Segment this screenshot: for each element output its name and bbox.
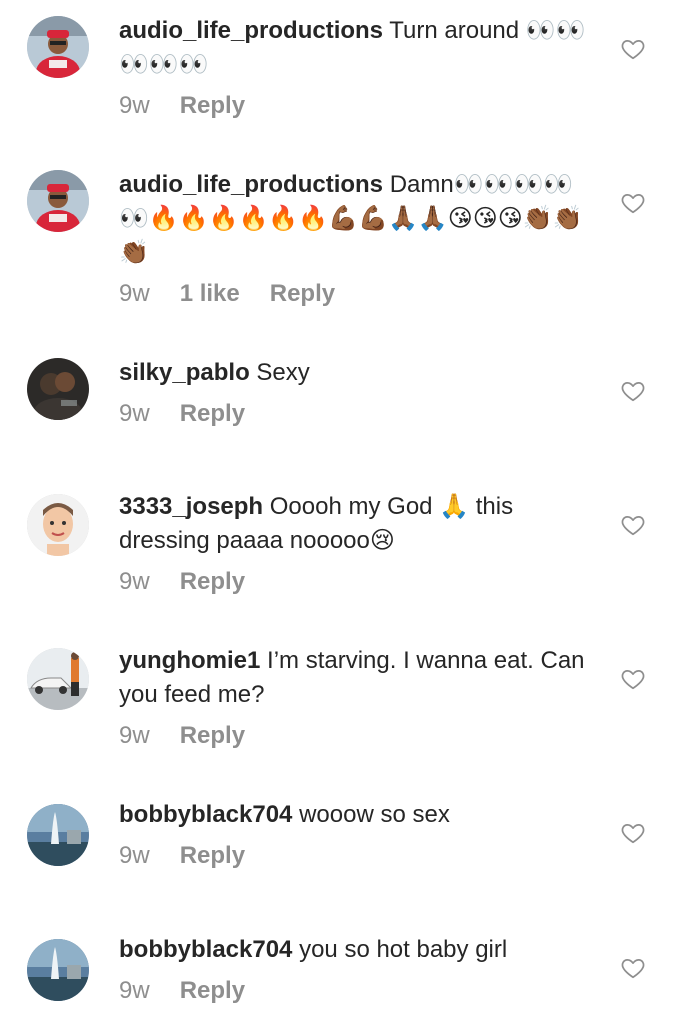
comment-text: audio_life_productions Turn around 👀👀👀👀👀 (119, 14, 589, 82)
comment-meta: 9w 1 like Reply (119, 278, 589, 310)
couple-photo-avatar (27, 358, 89, 420)
comment-body: audio_life_productions Turn around 👀👀👀👀👀… (119, 14, 589, 122)
comment-meta: 9w Reply (119, 975, 589, 1007)
comment-meta: 9w Reply (119, 840, 589, 872)
comment-text: bobbyblack704 you so hot baby girl (119, 933, 589, 967)
likes-count[interactable]: 1 like (180, 278, 240, 310)
comment-meta: 9w Reply (119, 566, 589, 598)
comment-timestamp: 9w (119, 280, 150, 307)
heart-outline-icon[interactable] (620, 36, 646, 62)
comment-username[interactable]: audio_life_productions (119, 171, 383, 198)
avatar[interactable] (27, 358, 89, 420)
comment-meta: 9w Reply (119, 90, 589, 122)
fountain-photo-avatar (27, 939, 89, 1001)
reply-button[interactable]: Reply (180, 90, 245, 122)
avatar[interactable] (27, 170, 89, 232)
comment-text: silky_pablo Sexy (119, 356, 589, 390)
comment-body: silky_pablo Sexy 9w Reply (119, 356, 589, 430)
comment-timestamp: 9w (119, 568, 150, 595)
cartoon-face-avatar (27, 494, 89, 556)
comment-body: audio_life_productions Damn👀👀👀👀👀🔥🔥🔥🔥🔥🔥💪🏾… (119, 168, 589, 310)
comment-username[interactable]: yunghomie1 (119, 647, 260, 674)
comment-username[interactable]: 3333_joseph (119, 493, 263, 520)
heart-outline-icon[interactable] (620, 512, 646, 538)
comment-content: wooow so sex (299, 801, 450, 828)
reply-button[interactable]: Reply (180, 398, 245, 430)
comment-username[interactable]: bobbyblack704 (119, 801, 292, 828)
heart-outline-icon[interactable] (620, 955, 646, 981)
heart-outline-icon[interactable] (620, 666, 646, 692)
heart-outline-icon[interactable] (620, 820, 646, 846)
comment-timestamp: 9w (119, 400, 150, 427)
avatar[interactable] (27, 939, 89, 1001)
comment-body: bobbyblack704 you so hot baby girl 9w Rep… (119, 933, 589, 1007)
avatar[interactable] (27, 494, 89, 556)
reply-button[interactable]: Reply (180, 975, 245, 1007)
comment-content: you so hot baby girl (299, 936, 508, 963)
comment-text: yunghomie1 I’m starving. I wanna eat. Ca… (119, 644, 589, 712)
comment-body: 3333_joseph Ooooh my God 🙏 this dressing… (119, 490, 589, 598)
avatar[interactable] (27, 16, 89, 78)
avatar[interactable] (27, 648, 89, 710)
car-photo-avatar (27, 648, 89, 710)
comment-body: yunghomie1 I’m starving. I wanna eat. Ca… (119, 644, 589, 752)
comment-timestamp: 9w (119, 842, 150, 869)
reply-button[interactable]: Reply (180, 566, 245, 598)
comment-meta: 9w Reply (119, 398, 589, 430)
comment-meta: 9w Reply (119, 720, 589, 752)
comment-content: Sexy (256, 359, 310, 386)
avatar[interactable] (27, 804, 89, 866)
comment-text: 3333_joseph Ooooh my God 🙏 this dressing… (119, 490, 589, 558)
reply-button[interactable]: Reply (180, 840, 245, 872)
comment-text: bobbyblack704 wooow so sex (119, 798, 589, 832)
reply-button[interactable]: Reply (270, 278, 335, 310)
comment-timestamp: 9w (119, 722, 150, 749)
person-in-car-avatar (27, 16, 89, 78)
comment-username[interactable]: bobbyblack704 (119, 936, 292, 963)
comment-username[interactable]: audio_life_productions (119, 17, 383, 44)
comment-timestamp: 9w (119, 977, 150, 1004)
fountain-photo-avatar (27, 804, 89, 866)
reply-button[interactable]: Reply (180, 720, 245, 752)
heart-outline-icon[interactable] (620, 378, 646, 404)
person-in-car-avatar (27, 170, 89, 232)
heart-outline-icon[interactable] (620, 190, 646, 216)
comment-username[interactable]: silky_pablo (119, 359, 250, 386)
comment-text: audio_life_productions Damn👀👀👀👀👀🔥🔥🔥🔥🔥🔥💪🏾… (119, 168, 589, 270)
comment-timestamp: 9w (119, 92, 150, 119)
comments-list: audio_life_productions Turn around 👀👀👀👀👀… (0, 0, 675, 1009)
comment-body: bobbyblack704 wooow so sex 9w Reply (119, 798, 589, 872)
